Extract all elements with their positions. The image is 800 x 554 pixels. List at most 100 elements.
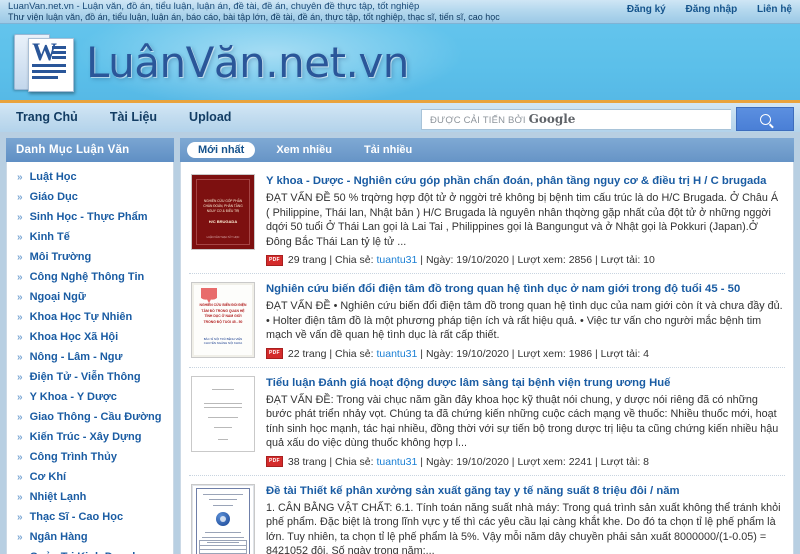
contact-link[interactable]: Liên hệ <box>757 4 792 15</box>
meta-separator: | <box>420 347 424 360</box>
school-emblem-icon <box>216 511 230 526</box>
sidebar-item-label: Ngoại Ngữ <box>29 291 86 303</box>
list-item[interactable]: NGHIÊN CỨU BIẾN ĐỔI ĐIỆN TÂM ĐỒ TRONG QU… <box>189 274 785 368</box>
sidebar-item-cong-trinh-thuy[interactable]: » Công Trình Thủy <box>7 447 173 467</box>
meta-separator: | <box>594 347 598 360</box>
uploader-link[interactable]: tuantu31 <box>376 456 417 468</box>
register-link[interactable]: Đăng ký <box>627 4 666 15</box>
nav-item-home[interactable]: Trang Chủ <box>0 103 94 132</box>
shared-by-label: Chia sẻ: <box>335 254 374 266</box>
sidebar-item-ngan-hang[interactable]: » Ngân Hàng <box>7 527 173 547</box>
chevron-right-icon: » <box>17 252 23 263</box>
pages-label: trang <box>302 347 327 360</box>
uploader-link[interactable]: tuantu31 <box>376 348 417 360</box>
sidebar-item-co-khi[interactable]: » Cơ Khí <box>7 467 173 487</box>
meta-separator: | <box>329 455 333 468</box>
shared-by-label: Chia sẻ: <box>335 347 374 360</box>
document-downloads: 8 <box>643 455 650 468</box>
nav-item-upload[interactable]: Upload <box>173 103 247 132</box>
sidebar-item-luat-hoc[interactable]: » Luật Học <box>7 167 173 187</box>
meta-separator: | <box>420 455 424 468</box>
thumbnail-title-text: NGHIÊN CỨU GÓP PHẦN CHẨN ĐOÁN, PHÂN TẦNG… <box>203 199 243 213</box>
downloads-label: Lượt tải: <box>600 254 641 266</box>
document-pages: 29 <box>287 254 300 266</box>
meta-separator: | <box>329 347 333 360</box>
sidebar-item-moi-truong[interactable]: » Môi Trường <box>7 247 173 267</box>
sidebar-item-nong-lam-ngu[interactable]: » Nông - Lâm - Ngư <box>7 347 173 367</box>
tab-most-viewed[interactable]: Xem nhiều <box>265 142 343 158</box>
sidebar-item-giao-duc[interactable]: » Giáo Dục <box>7 187 173 207</box>
sidebar-item-sinh-hoc[interactable]: » Sinh Học - Thực Phẩm <box>7 207 173 227</box>
pages-label: trang <box>302 455 327 468</box>
document-title-link[interactable]: Nghiên cứu biến đổi điện tâm đồ trong qu… <box>266 282 783 296</box>
search-input[interactable]: ĐƯỢC CẢI TIẾN BỞI Google <box>421 108 731 130</box>
pdf-icon: PDF <box>266 456 283 467</box>
list-item[interactable]: Tiểu luận Đánh giá hoạt động dược lâm sà… <box>189 368 785 476</box>
site-logo-text: LuânVăn.net.vn <box>86 37 409 87</box>
document-thumbnail[interactable]: NGHIÊN CỨU GÓP PHẦN CHẨN ĐOÁN, PHÂN TẦNG… <box>191 174 255 250</box>
sidebar-item-khxh[interactable]: » Khoa Học Xã Hội <box>7 327 173 347</box>
sidebar-item-kien-truc[interactable]: » Kiến Trúc - Xây Dựng <box>7 427 173 447</box>
sidebar-item-label: Kiến Trúc - Xây Dựng <box>29 431 142 443</box>
document-views: 2856 <box>568 254 593 266</box>
page-content: Danh Mục Luận Văn » Luật Học » Giáo Dục » S… <box>0 132 800 554</box>
document-description: 1. CÂN BẰNG VẬT CHẤT: 6.1. Tính toán năn… <box>266 501 781 554</box>
downloads-label: Lượt tải: <box>600 347 641 360</box>
sidebar-item-khtn[interactable]: » Khoa Học Tự Nhiên <box>7 307 173 327</box>
search-icon <box>759 113 771 125</box>
document-title-link[interactable]: Đề tài Thiết kế phân xưởng sản xuất găng… <box>266 484 783 498</box>
page-root: LuanVan.net.vn - Luận văn, đồ án, tiểu l… <box>0 0 800 554</box>
tab-most-downloaded[interactable]: Tải nhiều <box>353 142 423 158</box>
sidebar-item-giao-thong[interactable]: » Giao Thông - Cầu Đường <box>7 407 173 427</box>
date-label: Ngày: <box>425 254 454 266</box>
document-description: ĐẠT VẤN ĐỀ: Trong vài chục năm gần đây k… <box>266 393 779 450</box>
sidebar-item-dien-tu[interactable]: » Điện Tử - Viễn Thông <box>7 367 173 387</box>
chevron-right-icon: » <box>17 232 23 243</box>
document-body: Đề tài Thiết kế phân xưởng sản xuất găng… <box>266 484 783 554</box>
chevron-right-icon: » <box>17 392 23 403</box>
document-date: 19/10/2020 <box>456 347 509 360</box>
sidebar-item-label: Y Khoa - Y Dược <box>29 391 117 403</box>
tab-newest[interactable]: Mới nhất <box>187 142 256 158</box>
login-link[interactable]: Đăng nhập <box>686 4 738 15</box>
sidebar: Danh Mục Luận Văn » Luật Học » Giáo Dục » S… <box>6 138 174 554</box>
search-button[interactable] <box>736 107 794 131</box>
downloads-label: Lượt tải: <box>600 455 641 468</box>
site-banner: W LuânVăn.net.vn <box>0 24 800 100</box>
sidebar-item-kinh-te[interactable]: » Kinh Tế <box>7 227 173 247</box>
thumbnail-subtitle-text: H/C BRUGADA <box>208 219 238 224</box>
sidebar-item-label: Giáo Dục <box>29 191 78 203</box>
document-views: 2241 <box>568 455 593 468</box>
nav-item-documents[interactable]: Tài Liệu <box>94 103 173 132</box>
document-thumbnail[interactable]: NGHIÊN CỨU BIẾN ĐỔI ĐIỆN TÂM ĐỒ TRONG QU… <box>191 282 255 358</box>
meta-separator: | <box>511 254 515 266</box>
date-label: Ngày: <box>425 455 454 468</box>
sidebar-item-label: Môi Trường <box>29 251 92 263</box>
sidebar-item-label: Kinh Tế <box>29 231 70 243</box>
document-list: NGHIÊN CỨU GÓP PHẦN CHẨN ĐOÁN, PHÂN TẦNG… <box>180 162 794 554</box>
main-column: Mới nhất Xem nhiều Tải nhiều NGHIÊN CỨU … <box>180 138 794 554</box>
sidebar-item-qtkd[interactable]: »Quản Trị Kinh Doanh <box>7 547 173 554</box>
document-thumbnail[interactable] <box>191 483 255 554</box>
list-item[interactable]: Đề tài Thiết kế phân xưởng sản xuất găng… <box>189 476 785 554</box>
pages-label: trang <box>302 254 327 266</box>
chevron-right-icon: » <box>17 312 23 323</box>
sidebar-item-nhiet-lanh[interactable]: » Nhiệt Lạnh <box>7 487 173 507</box>
sidebar-item-cntt[interactable]: » Công Nghệ Thông Tin <box>7 267 173 287</box>
uploader-link[interactable]: tuantu31 <box>376 254 417 266</box>
chevron-right-icon: » <box>17 492 23 503</box>
document-title-link[interactable]: Tiểu luận Đánh giá hoạt động dược lâm sà… <box>266 376 783 390</box>
sidebar-item-ngoai-ngu[interactable]: » Ngoại Ngữ <box>7 287 173 307</box>
sidebar-item-y-khoa[interactable]: » Y Khoa - Y Dược <box>7 387 173 407</box>
shared-by-label: Chia sẻ: <box>335 455 374 468</box>
thumbnail-footer-text: BÁC SĨ NỘI TRÚ BỆNH VIỆN CHUYÊN NGÀNH NỘ… <box>203 336 243 346</box>
list-item[interactable]: NGHIÊN CỨU GÓP PHẦN CHẨN ĐOÁN, PHÂN TẦNG… <box>189 166 785 274</box>
document-title-link[interactable]: Y khoa - Dược - Nghiên cứu góp phần chẩn… <box>266 174 783 188</box>
document-thumbnail[interactable] <box>191 375 255 452</box>
word-document-icon: W <box>14 30 76 94</box>
document-tabs: Mới nhất Xem nhiều Tải nhiều <box>180 138 794 162</box>
document-views: 1986 <box>568 347 593 360</box>
site-logo[interactable]: W LuânVăn.net.vn <box>14 30 409 94</box>
document-meta: PDF 29 trang | Chia sẻ: tuantu31 | Ngày:… <box>266 254 783 266</box>
sidebar-item-thac-si[interactable]: » Thạc Sĩ - Cao Học <box>7 507 173 527</box>
